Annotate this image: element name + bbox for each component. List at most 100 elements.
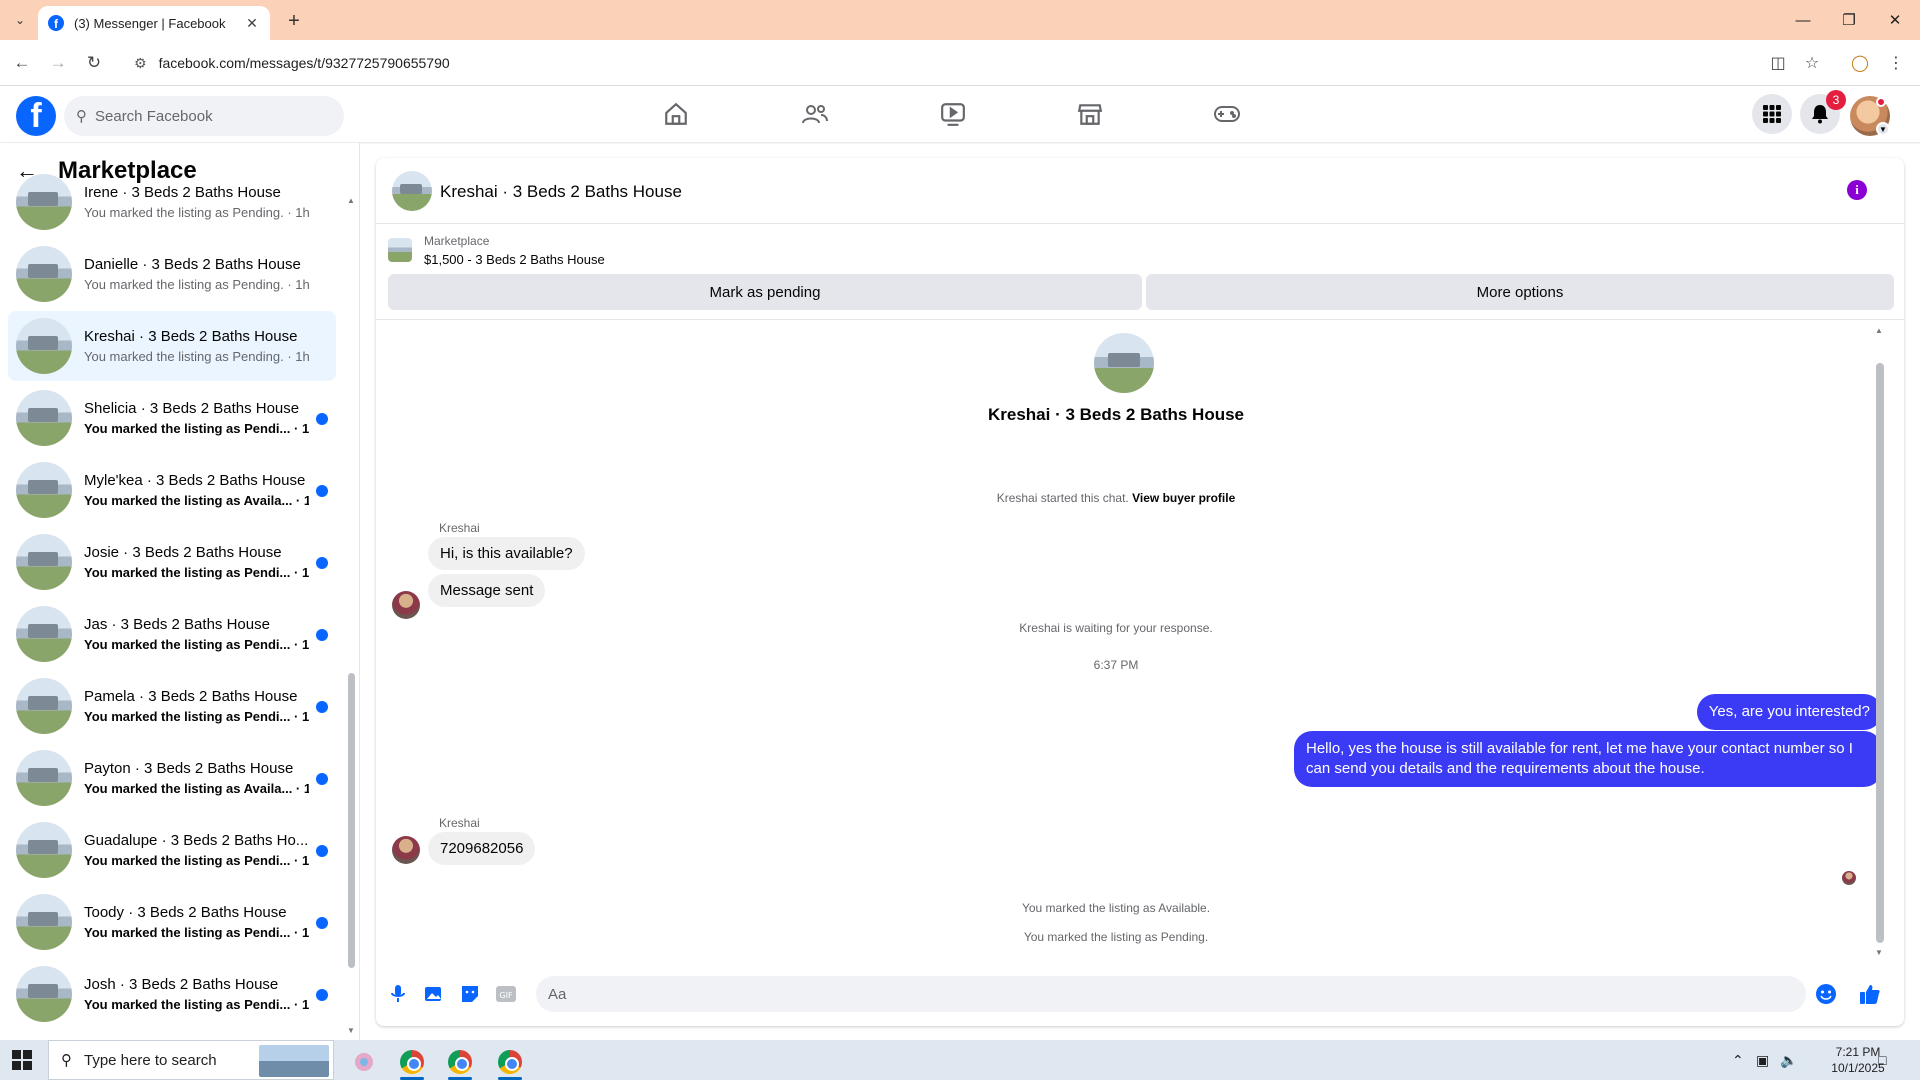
conversation-thumbnail bbox=[16, 462, 72, 518]
conversation-text: Myle'kea · 3 Beds 2 Baths House You marke… bbox=[84, 472, 309, 508]
taskbar-search[interactable]: ⚲ Type here to search bbox=[48, 1040, 334, 1080]
facebook-search-placeholder: Search Facebook bbox=[95, 107, 213, 125]
sticker-icon[interactable] bbox=[458, 982, 482, 1006]
notification-center-icon[interactable]: □ bbox=[1878, 1040, 1886, 1080]
conversation-item[interactable]: Kreshai · 3 Beds 2 Baths House You marked… bbox=[8, 311, 336, 381]
sidebar-scroll-down-icon[interactable]: ▼ bbox=[347, 1026, 355, 1035]
conversation-item[interactable]: Toody · 3 Beds 2 Baths House You marked t… bbox=[8, 887, 336, 957]
system-clock[interactable]: 7:21 PM 10/1/2025 bbox=[1808, 1044, 1908, 1076]
new-tab-button[interactable]: + bbox=[282, 9, 306, 33]
waiting-note: Kreshai is waiting for your response. bbox=[1019, 621, 1213, 635]
conversation-text: Kreshai · 3 Beds 2 Baths House You marked… bbox=[84, 328, 309, 364]
copilot-app-icon[interactable] bbox=[344, 1044, 384, 1080]
home-icon[interactable] bbox=[656, 98, 696, 130]
facebook-search[interactable]: ⚲ Search Facebook bbox=[64, 96, 344, 136]
conversation-item[interactable]: Danielle · 3 Beds 2 Baths House You marke… bbox=[8, 239, 336, 309]
back-button[interactable]: ← bbox=[9, 50, 35, 76]
info-icon[interactable]: i bbox=[1847, 180, 1867, 200]
sender-avatar[interactable] bbox=[392, 591, 420, 619]
mark-pending-button[interactable]: Mark as pending bbox=[388, 274, 1142, 310]
gaming-icon[interactable] bbox=[1207, 98, 1247, 130]
menu-grid-button[interactable] bbox=[1752, 94, 1792, 134]
chat-scroll-up-icon[interactable]: ▲ bbox=[1875, 326, 1883, 335]
forward-button[interactable]: → bbox=[45, 50, 71, 76]
browser-tab[interactable]: f (3) Messenger | Facebook ✕ bbox=[38, 6, 270, 40]
install-app-icon[interactable]: ◫ bbox=[1767, 52, 1789, 74]
browser-menu-icon[interactable]: ⋮ bbox=[1885, 52, 1907, 74]
reload-button[interactable]: ↻ bbox=[81, 50, 107, 76]
conversation-name: Josh · 3 Beds 2 Baths House bbox=[84, 976, 279, 993]
conversation-thumbnail bbox=[16, 606, 72, 662]
timestamp: 6:37 PM bbox=[1093, 658, 1139, 672]
conversation-text: Jas · 3 Beds 2 Baths House You marked the… bbox=[84, 616, 309, 652]
facebook-favicon-icon: f bbox=[48, 15, 64, 31]
sidebar-scroll-up-icon[interactable]: ▲ bbox=[347, 196, 355, 205]
conversation-preview: You marked the listing as Pending. · 1h bbox=[84, 349, 309, 364]
listing-price[interactable]: $1,500 - 3 Beds 2 Baths House bbox=[424, 252, 605, 267]
conversation-item[interactable]: Guadalupe · 3 Beds 2 Baths Ho... You mark… bbox=[8, 815, 336, 885]
chat-header: Kreshai · 3 Beds 2 Baths House i bbox=[376, 158, 1904, 224]
chat-listing-thumbnail[interactable] bbox=[392, 171, 432, 211]
chat-scroll-down-icon[interactable]: ▼ bbox=[1875, 948, 1883, 957]
preview-text: You marked the listing as Pendi... bbox=[84, 853, 291, 868]
microphone-icon[interactable] bbox=[386, 982, 410, 1006]
account-alert-dot bbox=[1876, 97, 1886, 107]
conversation-text: Toody · 3 Beds 2 Baths House You marked t… bbox=[84, 904, 309, 940]
address-bar[interactable]: ⚙ facebook.com/messages/t/93277257906557… bbox=[120, 46, 1770, 80]
close-window-button[interactable]: ✕ bbox=[1872, 0, 1918, 40]
conversation-item[interactable]: Josie · 3 Beds 2 Baths House You marked t… bbox=[8, 527, 336, 597]
chat-scrollbar[interactable] bbox=[1876, 363, 1884, 943]
conversation-item[interactable]: Josh · 3 Beds 2 Baths House You marked th… bbox=[8, 959, 336, 1029]
bookmark-star-icon[interactable]: ☆ bbox=[1801, 52, 1823, 74]
conversation-item[interactable]: Jas · 3 Beds 2 Baths House You marked the… bbox=[8, 599, 336, 669]
volume-icon[interactable]: 🔈 bbox=[1780, 1040, 1797, 1080]
network-icon[interactable]: ▣ bbox=[1756, 1040, 1769, 1080]
listing-bar: Marketplace $1,500 - 3 Beds 2 Baths Hous… bbox=[376, 224, 1904, 320]
incoming-message[interactable]: Hi, is this available? bbox=[428, 537, 585, 570]
conversation-preview: You marked the listing as Pending. · 1h bbox=[84, 277, 309, 292]
video-icon[interactable] bbox=[933, 98, 973, 130]
message-input[interactable] bbox=[536, 976, 1806, 1012]
chrome-app-icon[interactable] bbox=[490, 1044, 530, 1080]
like-icon[interactable] bbox=[1858, 982, 1882, 1006]
url-text: facebook.com/messages/t/9327725790655790 bbox=[158, 55, 450, 71]
friends-icon[interactable] bbox=[795, 98, 835, 130]
listing-thumbnail[interactable] bbox=[388, 238, 412, 262]
unread-dot bbox=[316, 701, 328, 713]
outgoing-message[interactable]: Hello, yes the house is still available … bbox=[1294, 731, 1882, 787]
conversation-name: Pamela · 3 Beds 2 Baths House bbox=[84, 688, 298, 705]
tray-chevron-icon[interactable]: ⌃ bbox=[1732, 1040, 1744, 1080]
tab-search-chevron-icon[interactable]: ⌄ bbox=[9, 9, 31, 31]
conversation-item[interactable]: Payton · 3 Beds 2 Baths House You marked … bbox=[8, 743, 336, 813]
sender-avatar[interactable] bbox=[392, 836, 420, 864]
conversation-thumbnail bbox=[16, 174, 72, 230]
chrome-app-icon[interactable] bbox=[440, 1044, 480, 1080]
marketplace-icon[interactable] bbox=[1070, 98, 1110, 130]
thread-header-name: Kreshai · 3 Beds 2 Baths House bbox=[987, 405, 1245, 424]
minimize-button[interactable]: — bbox=[1780, 0, 1826, 40]
more-options-button[interactable]: More options bbox=[1146, 274, 1894, 310]
account-chevron-icon[interactable]: ▼ bbox=[1876, 122, 1890, 136]
view-buyer-profile-link[interactable]: View buyer profile bbox=[1132, 491, 1235, 505]
incoming-message[interactable]: 7209682056 bbox=[428, 832, 536, 865]
outgoing-message[interactable]: Yes, are you interested? bbox=[1696, 694, 1882, 730]
message-thread: Kreshai · 3 Beds 2 Baths House Kreshai s… bbox=[376, 321, 1904, 961]
conversation-item[interactable]: Irene · 3 Beds 2 Baths House You marked t… bbox=[8, 167, 336, 237]
chat-title[interactable]: Kreshai · 3 Beds 2 Baths House bbox=[440, 182, 682, 202]
emoji-icon[interactable] bbox=[1814, 982, 1838, 1006]
sidebar-scrollbar[interactable] bbox=[348, 673, 355, 968]
incoming-message[interactable]: Message sent bbox=[428, 574, 546, 607]
windows-start-icon[interactable] bbox=[12, 1050, 32, 1070]
restore-button[interactable]: ❐ bbox=[1826, 0, 1872, 40]
conversation-item[interactable]: Shelicia · 3 Beds 2 Baths House You marke… bbox=[8, 383, 336, 453]
conversation-item[interactable]: Myle'kea · 3 Beds 2 Baths House You marke… bbox=[8, 455, 336, 525]
tab-close-icon[interactable]: ✕ bbox=[244, 15, 260, 32]
conversation-item[interactable]: Pamela · 3 Beds 2 Baths House You marked … bbox=[8, 671, 336, 741]
gif-icon[interactable]: GIF bbox=[494, 982, 518, 1006]
photo-icon[interactable] bbox=[422, 982, 446, 1006]
site-info-icon[interactable]: ⚙ bbox=[134, 55, 147, 72]
facebook-logo[interactable]: f bbox=[16, 96, 56, 136]
profile-icon[interactable]: ◯ bbox=[1849, 52, 1871, 74]
started-text: Kreshai started this chat. bbox=[996, 491, 1129, 505]
chrome-app-icon[interactable] bbox=[392, 1044, 432, 1080]
